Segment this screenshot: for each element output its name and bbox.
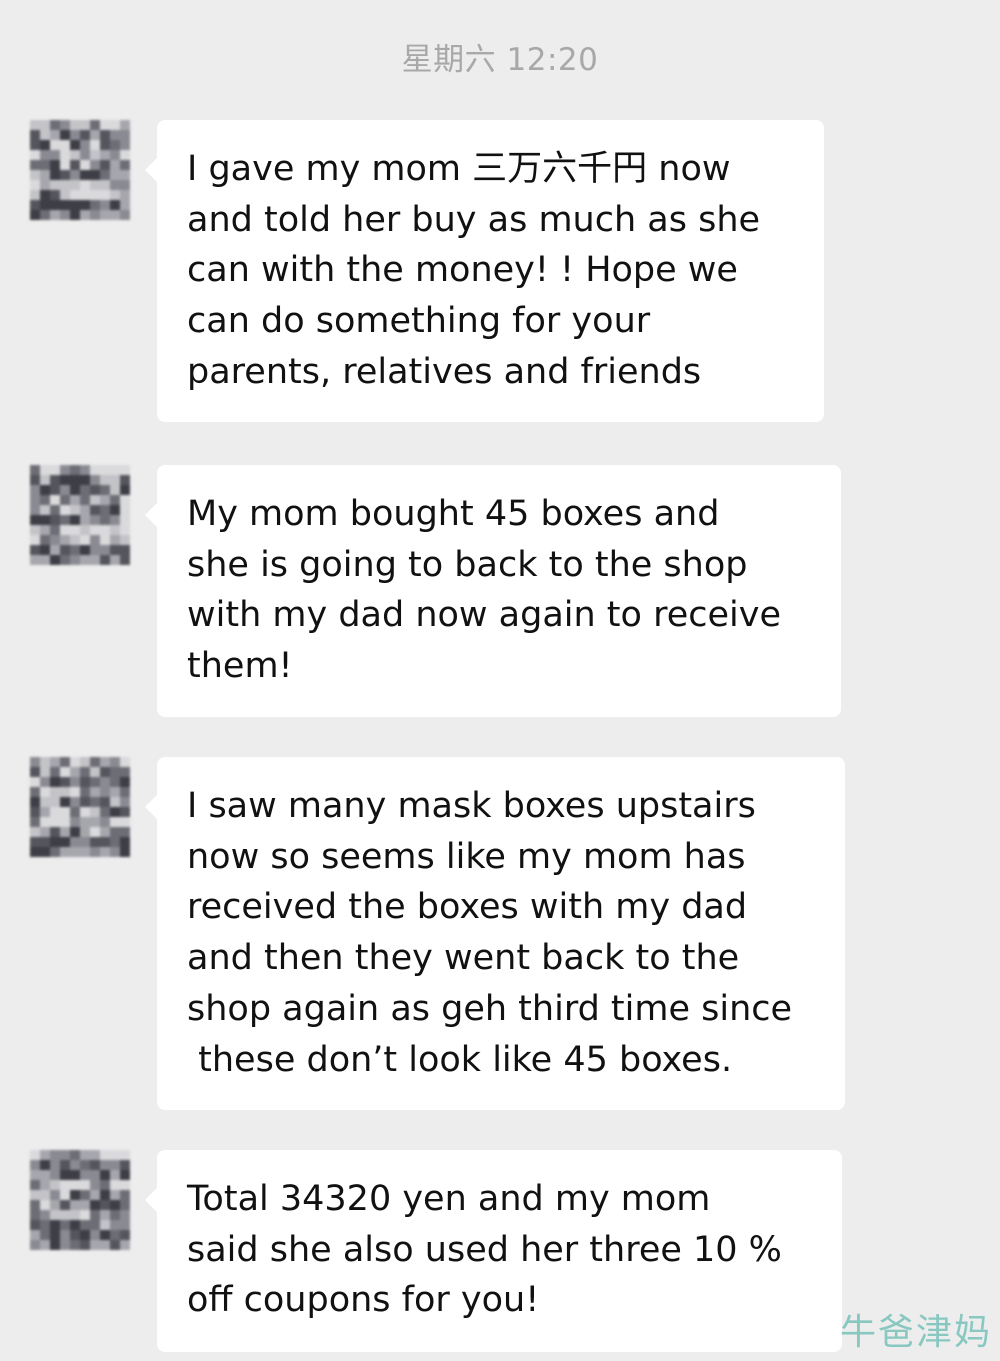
blurred-user-avatar-icon[interactable]	[30, 1150, 130, 1250]
message-bubble[interactable]: Total 34320 yen and my mom said she also…	[145, 1150, 842, 1352]
blurred-user-avatar-icon[interactable]	[30, 465, 130, 565]
message-bubble[interactable]: I gave my mom 三万六千円 now and told her buy…	[145, 120, 824, 422]
blurred-user-avatar-icon[interactable]	[30, 120, 130, 220]
blurred-user-avatar-icon[interactable]	[30, 757, 130, 857]
message-bubble[interactable]: My mom bought 45 boxes and she is going …	[145, 465, 841, 717]
message-bubble[interactable]: I saw many mask boxes upstairs now so se…	[145, 757, 845, 1110]
watermark-text: 牛爸津妈	[839, 1312, 992, 1353]
chat-timestamp: 星期六 12:20	[401, 42, 599, 78]
